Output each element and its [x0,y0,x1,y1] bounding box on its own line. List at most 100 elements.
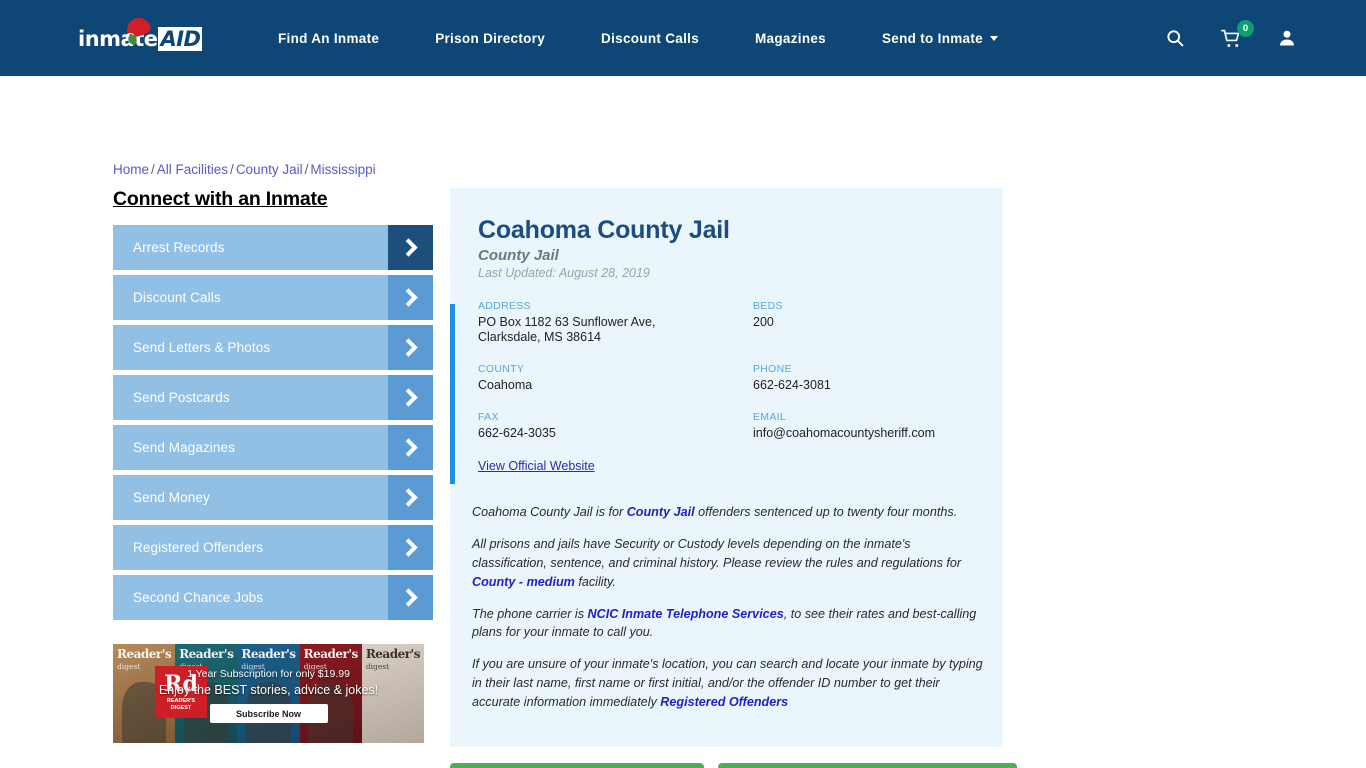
breadcrumb-item-home[interactable]: Home [113,162,149,177]
link-county-medium[interactable]: County - medium [472,575,575,589]
detail-value: 662-624-3035 [478,426,556,440]
sidebar-item-second-chance-jobs[interactable]: Second Chance Jobs [113,575,433,620]
detail-value: PO Box 1182 63 Sunflower Ave, Clarksdale… [478,315,656,344]
breadcrumb-item-mississippi[interactable]: Mississippi [310,162,375,177]
p1-text-a: Coahoma County Jail is for [472,505,627,519]
description-paragraph-3: The phone carrier is NCIC Inmate Telepho… [472,605,983,643]
sidebar-item-send-money[interactable]: Send Money [113,475,433,520]
ad-cover-subtitle: digest [241,662,265,671]
chevron-right-icon [388,575,433,620]
breadcrumb-item-county-jail[interactable]: County Jail [236,162,303,177]
site-logo[interactable]: inmate AID [78,14,203,56]
detail-label: ADDRESS [478,300,531,312]
view-official-website-link[interactable]: View Official Website [478,459,595,473]
chevron-right-icon [388,225,433,270]
detail-label: PHONE [753,363,792,375]
detail-value: 662-624-3081 [753,378,831,392]
visitation-info-button[interactable]: Visitations - times, rules, Covid cancel… [717,763,1018,768]
facility-type: County Jail [478,247,559,264]
ad-cover-title: Reader's [365,647,421,661]
breadcrumb-separator: / [304,162,309,177]
link-county-jail[interactable]: County Jail [627,505,695,519]
sidebar-item-registered-offenders[interactable]: Registered Offenders [113,525,433,570]
nav-item-find-an-inmate[interactable]: Find An Inmate [250,31,407,46]
sidebar-title: Connect with an Inmate [113,188,328,210]
detail-fax: FAX 662-624-3035 [478,411,753,441]
detail-address: ADDRESS PO Box 1182 63 Sunflower Ave, Cl… [478,300,753,345]
chevron-right-icon [388,325,433,370]
nav-item-magazines[interactable]: Magazines [727,31,854,46]
user-icon[interactable] [1274,25,1300,51]
description-paragraph-4: If you are unsure of your inmate's locat… [472,655,983,712]
logo-text-accent: AID [158,27,203,51]
ad-logo-name-line2: DIGEST [170,704,192,711]
p1-text-b: offenders sentenced up to twenty four mo… [694,505,958,519]
nav-item-discount-calls[interactable]: Discount Calls [573,31,727,46]
detail-phone: PHONE 662-624-3081 [753,363,1003,393]
p2-text-a: All prisons and jails have Security or C… [472,536,962,570]
detail-county: COUNTY Coahoma [478,363,753,393]
ad-cover: Reader's digest [299,644,362,743]
ad-cover-title: Reader's [241,647,296,661]
ad-cover-title: Reader's [303,647,359,661]
primary-nav: Find An Inmate Prison Directory Discount… [250,0,1026,76]
sidebar-item-label: Send Letters & Photos [133,340,271,355]
detail-value: Coahoma [478,378,533,392]
facility-header: Coahoma County Jail County Jail Last Upd… [450,206,1003,280]
sidebar-item-label: Send Money [133,490,210,505]
sidebar-item-discount-calls[interactable]: Discount Calls [113,275,433,320]
sidebar: Connect with an Inmate Arrest Records Di… [113,188,433,625]
link-ncic-inmate-telephone-services[interactable]: NCIC Inmate Telephone Services [588,607,784,621]
facility-details: ADDRESS PO Box 1182 63 Sunflower Ave, Cl… [450,300,1003,495]
breadcrumb-item-all-facilities[interactable]: All Facilities [157,162,228,177]
description-paragraph-2: All prisons and jails have Security or C… [472,535,983,592]
nav-item-send-to-inmate[interactable]: Send to Inmate [854,31,1026,46]
chevron-right-icon [388,475,433,520]
detail-label: FAX [478,411,499,423]
facility-last-updated: Last Updated: August 28, 2019 [478,266,650,280]
sidebar-item-label: Second Chance Jobs [133,590,264,605]
facility-description: Coahoma County Jail is for County Jail o… [450,495,1003,747]
ad-cover-title: Reader's [117,647,172,661]
chevron-right-icon [388,275,433,320]
breadcrumb: Home / All Facilities / County Jail / Mississi… [113,162,376,177]
breadcrumb-separator: / [230,162,234,177]
cart-count-badge: 0 [1237,20,1254,37]
ad-cover-subtitle: digest [303,662,327,671]
inmate-search-button[interactable]: Looking for an inmate at this facility? [450,763,704,768]
p2-text-b: facility. [574,574,616,589]
ad-cover: Reader's digest [237,644,300,743]
chevron-right-icon [388,425,433,470]
sidebar-item-arrest-records[interactable]: Arrest Records [113,225,433,270]
detail-value: 200 [753,315,774,329]
cart-icon[interactable]: 0 [1218,20,1254,51]
chevron-right-icon [388,375,433,420]
ad-cover-subtitle: digest [365,662,390,671]
detail-label: BEDS [753,300,783,312]
link-registered-offenders[interactable]: Registered Offenders [660,695,788,709]
sidebar-item-label: Send Postcards [133,390,230,405]
detail-value: info@coahomacountysheriff.com [753,426,935,440]
ad-cover-subtitle: digest [117,662,141,671]
detail-beds: BEDS 200 [753,300,1003,345]
sidebar-item-send-postcards[interactable]: Send Postcards [113,375,433,420]
facility-card: Coahoma County Jail County Jail Last Upd… [450,188,1003,748]
sidebar-item-label: Send Magazines [133,440,235,455]
advertisement-banner[interactable]: Reader's digest Reader's digest Reader's… [113,644,424,743]
details-accent-bar [450,304,455,484]
sidebar-item-send-magazines[interactable]: Send Magazines [113,425,433,470]
nav-icon-group: 0 [1162,0,1300,76]
detail-label: EMAIL [753,411,787,423]
sidebar-item-send-letters-photos[interactable]: Send Letters & Photos [113,325,433,370]
detail-label: COUNTY [478,363,525,375]
page-title: Coahoma County Jail [478,216,730,244]
nav-item-prison-directory[interactable]: Prison Directory [407,31,573,46]
sidebar-item-label: Discount Calls [133,290,221,305]
search-icon[interactable] [1162,25,1188,51]
sidebar-item-label: Arrest Records [133,240,225,255]
detail-email: EMAIL info@coahomacountysheriff.com [753,411,1003,441]
ad-logo-name-line1: READER'S [166,697,196,704]
main-content: Coahoma County Jail County Jail Last Upd… [450,188,1018,768]
breadcrumb-separator: / [151,162,155,177]
ad-subscribe-button[interactable]: Subscribe Now [209,704,328,723]
